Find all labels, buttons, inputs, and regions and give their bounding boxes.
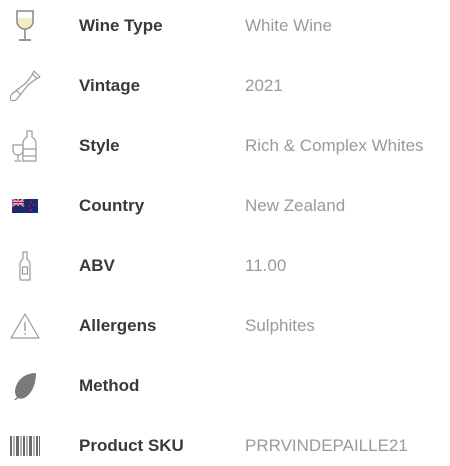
spec-label: Vintage: [79, 76, 141, 95]
warning-triangle-icon: [8, 306, 42, 346]
small-bottle-icon: [8, 246, 42, 286]
barcode-icon: [8, 426, 42, 466]
spec-label: Country: [79, 196, 145, 215]
spec-row-abv: ABV 11.00: [0, 246, 450, 286]
spec-label: Product SKU: [79, 436, 184, 455]
leaf-icon: [8, 366, 42, 406]
wine-spec-list: Wine Type White Wine Vintage 2021 Style …: [0, 0, 450, 460]
spec-row-method: Method: [0, 366, 450, 406]
wine-bottle-icon: [8, 66, 42, 106]
spec-label: ABV: [79, 256, 115, 275]
spec-value: 2021: [245, 76, 283, 95]
spec-value: Rich & Complex Whites: [245, 136, 424, 155]
spec-value: White Wine: [245, 16, 332, 35]
spec-label: Allergens: [79, 316, 157, 335]
spec-value: PRRVINDEPAILLE21: [245, 436, 408, 455]
spec-row-country: Country New Zealand: [0, 186, 450, 226]
spec-row-style: Style Rich & Complex Whites: [0, 126, 450, 166]
spec-value: 11.00: [245, 256, 287, 275]
bottle-and-glass-icon: [8, 126, 42, 166]
spec-value: Sulphites: [245, 316, 315, 335]
wine-glass-icon: [8, 6, 42, 46]
spec-row-product-sku: Product SKU PRRVINDEPAILLE21: [0, 426, 450, 466]
spec-label: Method: [79, 376, 140, 395]
spec-label: Wine Type: [79, 16, 163, 35]
new-zealand-flag-icon: [8, 186, 42, 226]
spec-label: Style: [79, 136, 120, 155]
spec-value: New Zealand: [245, 196, 346, 215]
spec-row-vintage: Vintage 2021: [0, 66, 450, 106]
spec-row-wine-type: Wine Type White Wine: [0, 6, 450, 46]
spec-row-allergens: Allergens Sulphites: [0, 306, 450, 346]
